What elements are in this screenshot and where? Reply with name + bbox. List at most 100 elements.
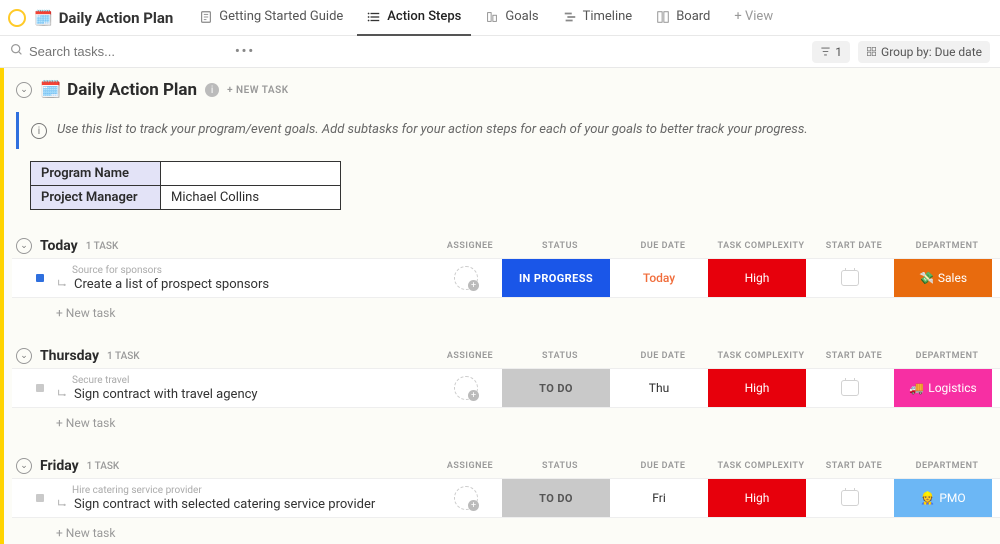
- parent-task-label[interactable]: Hire catering service provider: [56, 485, 422, 496]
- status-cell[interactable]: TO DO: [502, 369, 610, 407]
- col-department[interactable]: DEPARTMENT: [898, 241, 996, 251]
- col-due[interactable]: DUE DATE: [614, 241, 712, 251]
- task-row[interactable]: Secure travel Sign contract with travel …: [12, 368, 1000, 408]
- status-square-icon[interactable]: [36, 274, 44, 282]
- dept-label: Sales: [938, 271, 967, 285]
- status-cell[interactable]: IN PROGRESS: [502, 259, 610, 297]
- tab-getting-started[interactable]: Getting Started Guide: [189, 0, 353, 36]
- info-value[interactable]: Michael Collins: [161, 186, 341, 210]
- info-label: Project Manager: [31, 186, 161, 210]
- task-count: 1 TASK: [86, 241, 119, 252]
- content-area: ⌄ 🗓️ Daily Action Plan i + NEW TASK i Us…: [0, 68, 1000, 544]
- more-options-icon[interactable]: •••: [235, 44, 255, 59]
- status-badge: IN PROGRESS: [502, 259, 610, 297]
- col-due[interactable]: DUE DATE: [614, 351, 712, 361]
- assignee-cell[interactable]: [430, 259, 502, 297]
- group-name[interactable]: Today: [40, 238, 78, 254]
- filter-button[interactable]: 1: [812, 41, 850, 63]
- department-cell[interactable]: 🚚Logistics: [894, 369, 992, 407]
- tab-timeline[interactable]: Timeline: [553, 0, 643, 36]
- board-icon: [656, 10, 670, 24]
- task-name-text: Sign contract with selected catering ser…: [74, 497, 375, 512]
- parent-task-label[interactable]: Secure travel: [56, 375, 422, 386]
- search-input[interactable]: [29, 44, 229, 59]
- app-logo-icon: [8, 9, 26, 27]
- col-department[interactable]: DEPARTMENT: [898, 351, 996, 361]
- description-callout: i Use this list to track your program/ev…: [16, 112, 988, 149]
- collapse-group-button[interactable]: ⌄: [16, 238, 32, 254]
- tab-label: Getting Started Guide: [219, 9, 343, 24]
- col-status[interactable]: STATUS: [506, 461, 614, 471]
- complexity-cell[interactable]: High: [708, 259, 806, 297]
- start-date-cell[interactable]: [806, 479, 894, 517]
- new-task-button[interactable]: + New task: [12, 408, 1000, 430]
- col-start[interactable]: START DATE: [810, 241, 898, 251]
- tab-board[interactable]: Board: [646, 0, 720, 36]
- start-date-cell[interactable]: [806, 259, 894, 297]
- due-date-cell[interactable]: Today: [610, 259, 708, 297]
- task-name-cell[interactable]: Source for sponsors Create a list of pro…: [12, 259, 430, 297]
- task-row[interactable]: Hire catering service provider Sign cont…: [12, 478, 1000, 518]
- col-department[interactable]: DEPARTMENT: [898, 461, 996, 471]
- tab-add-view[interactable]: + View: [724, 0, 783, 36]
- collapse-group-button[interactable]: ⌄: [16, 458, 32, 474]
- department-cell[interactable]: 👷PMO: [894, 479, 992, 517]
- new-task-button[interactable]: + New task: [12, 518, 1000, 540]
- dept-emoji-icon: 👷: [920, 491, 935, 505]
- doc-title[interactable]: 🗓️ Daily Action Plan: [34, 9, 173, 27]
- complexity-cell[interactable]: High: [708, 479, 806, 517]
- group-header: ⌄ Thursday 1 TASK ASSIGNEE STATUS DUE DA…: [12, 348, 1000, 368]
- groupby-button[interactable]: Group by: Due date: [858, 41, 990, 63]
- assignee-cell[interactable]: [430, 479, 502, 517]
- col-assignee[interactable]: ASSIGNEE: [434, 461, 506, 471]
- assignee-cell[interactable]: [430, 369, 502, 407]
- parent-task-label[interactable]: Source for sponsors: [56, 265, 422, 276]
- info-value[interactable]: [161, 162, 341, 186]
- task-name-cell[interactable]: Hire catering service provider Sign cont…: [12, 479, 430, 517]
- doc-icon: [199, 10, 213, 24]
- col-complexity[interactable]: TASK COMPLEXITY: [712, 351, 810, 361]
- add-assignee-icon[interactable]: [454, 266, 478, 290]
- status-square-icon[interactable]: [36, 494, 44, 502]
- group-name[interactable]: Friday: [40, 458, 79, 474]
- calendar-empty-icon: [841, 380, 859, 396]
- add-assignee-icon[interactable]: [454, 376, 478, 400]
- department-cell[interactable]: 💸Sales: [894, 259, 992, 297]
- collapse-all-button[interactable]: ⌄: [16, 82, 32, 98]
- complexity-badge: High: [708, 259, 806, 297]
- status-cell[interactable]: TO DO: [502, 479, 610, 517]
- callout-text: Use this list to track your program/even…: [57, 122, 808, 137]
- task-name-cell[interactable]: Secure travel Sign contract with travel …: [12, 369, 430, 407]
- tab-label: Action Steps: [387, 9, 461, 24]
- tab-action-steps[interactable]: Action Steps: [357, 0, 471, 36]
- col-start[interactable]: START DATE: [810, 461, 898, 471]
- col-status[interactable]: STATUS: [506, 351, 614, 361]
- collapse-group-button[interactable]: ⌄: [16, 348, 32, 364]
- tab-goals[interactable]: Goals: [475, 0, 548, 36]
- due-date-cell[interactable]: Thu: [610, 369, 708, 407]
- page-header: ⌄ 🗓️ Daily Action Plan i + NEW TASK: [4, 68, 1000, 108]
- col-complexity[interactable]: TASK COMPLEXITY: [712, 461, 810, 471]
- group-friday: ⌄ Friday 1 TASK ASSIGNEE STATUS DUE DATE…: [4, 458, 1000, 540]
- col-due[interactable]: DUE DATE: [614, 461, 712, 471]
- col-status[interactable]: STATUS: [506, 241, 614, 251]
- info-table: Program Name Project Manager Michael Col…: [30, 161, 341, 210]
- page-title-text: Daily Action Plan: [67, 80, 197, 100]
- status-square-icon[interactable]: [36, 384, 44, 392]
- department-badge: 🚚Logistics: [894, 369, 992, 407]
- col-assignee[interactable]: ASSIGNEE: [434, 351, 506, 361]
- add-assignee-icon[interactable]: [454, 486, 478, 510]
- col-start[interactable]: START DATE: [810, 351, 898, 361]
- task-row[interactable]: Source for sponsors Create a list of pro…: [12, 258, 1000, 298]
- group-today: ⌄ Today 1 TASK ASSIGNEE STATUS DUE DATE …: [4, 238, 1000, 320]
- start-date-cell[interactable]: [806, 369, 894, 407]
- col-complexity[interactable]: TASK COMPLEXITY: [712, 241, 810, 251]
- due-date-cell[interactable]: Fri: [610, 479, 708, 517]
- col-assignee[interactable]: ASSIGNEE: [434, 241, 506, 251]
- new-task-button[interactable]: + New task: [12, 298, 1000, 320]
- group-name[interactable]: Thursday: [40, 348, 99, 364]
- info-icon[interactable]: i: [205, 83, 219, 97]
- new-task-button[interactable]: + NEW TASK: [227, 85, 289, 96]
- group-thursday: ⌄ Thursday 1 TASK ASSIGNEE STATUS DUE DA…: [4, 348, 1000, 430]
- complexity-cell[interactable]: High: [708, 369, 806, 407]
